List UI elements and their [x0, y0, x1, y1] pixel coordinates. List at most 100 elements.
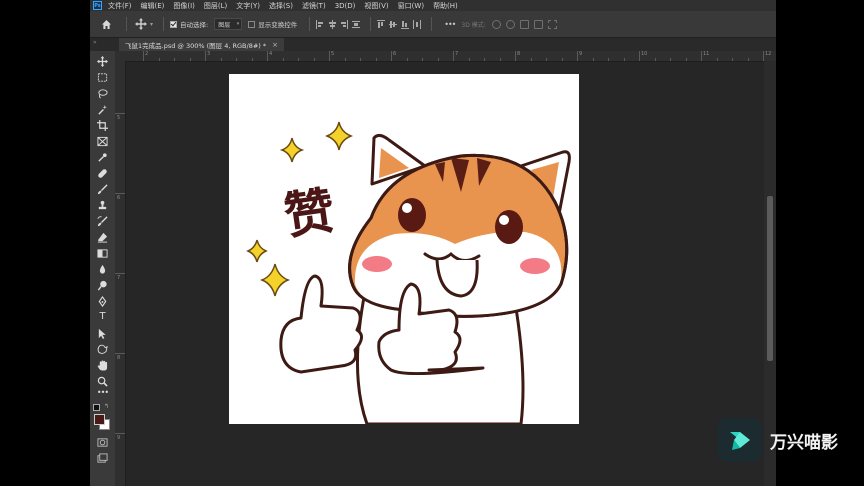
- type-tool[interactable]: T: [96, 311, 109, 323]
- auto-select-checkbox[interactable]: [170, 20, 178, 28]
- slide-3d-icon[interactable]: [533, 19, 543, 29]
- menu-layer[interactable]: 图层(L): [204, 1, 227, 11]
- ruler-tick: [701, 51, 702, 61]
- home-icon: [101, 19, 111, 29]
- blur-tool[interactable]: [96, 263, 109, 275]
- scale-3d-icon[interactable]: [547, 19, 557, 29]
- distribute-horizontal-icon[interactable]: [413, 19, 422, 29]
- quick-mask-button[interactable]: [96, 436, 109, 448]
- eraser-tool[interactable]: [96, 231, 109, 243]
- edit-toolbar-button[interactable]: •••: [96, 388, 109, 397]
- show-transform-checkbox[interactable]: [248, 20, 256, 28]
- diamond-logo-icon: [730, 432, 750, 450]
- eyedropper-tool[interactable]: [96, 151, 109, 163]
- align-top-edges-icon[interactable]: [377, 19, 386, 29]
- ruler-label: 8: [117, 355, 121, 361]
- ruler-tick: [763, 51, 764, 61]
- auto-select-dropdown[interactable]: 图层 ▾: [214, 18, 243, 30]
- distribute-vertical-icon[interactable]: [352, 20, 361, 29]
- close-tab-icon[interactable]: ×: [272, 41, 278, 49]
- align-left-edges-icon[interactable]: [316, 19, 324, 29]
- ruler-label: 6: [117, 195, 121, 201]
- horizontal-ruler: 2 3 4 5 6 7 8 9 10 11 12: [115, 51, 776, 62]
- foreground-color-swatch[interactable]: [94, 414, 105, 425]
- move-tool[interactable]: [96, 55, 109, 67]
- menu-view[interactable]: 视图(V): [364, 1, 388, 11]
- sparkle-star: [246, 239, 268, 263]
- custom-shape-tool[interactable]: [96, 343, 109, 355]
- document-canvas[interactable]: 赞: [229, 74, 579, 426]
- ruler-label: 5: [117, 115, 121, 121]
- document-tab[interactable]: 飞鼠1完成品.psd @ 300% (图层 4, RGB/8#) * ×: [119, 38, 285, 51]
- ruler-label: 10: [641, 51, 648, 57]
- healing-brush-tool[interactable]: [96, 167, 109, 179]
- crop-tool[interactable]: [96, 119, 109, 131]
- menu-select[interactable]: 选择(S): [269, 1, 293, 11]
- ruler-label: 7: [455, 51, 459, 57]
- menu-image[interactable]: 图像(I): [173, 1, 195, 11]
- quick-selection-tool[interactable]: [96, 103, 109, 115]
- zoom-icon: [97, 376, 108, 387]
- collapse-toolbar-icon[interactable]: »: [93, 39, 97, 46]
- auto-select-label: 自动选择:: [180, 21, 209, 29]
- dodge-tool[interactable]: [96, 279, 109, 291]
- more-options-button[interactable]: •••: [444, 20, 456, 29]
- align-right-edges-icon[interactable]: [340, 19, 349, 29]
- menu-3d[interactable]: 3D(D): [335, 2, 356, 10]
- ruler-tick: [639, 51, 640, 61]
- ruler-minor-tick: [375, 58, 377, 61]
- ruler-label: 9: [117, 435, 121, 441]
- ruler-minor-tick: [484, 58, 485, 61]
- ruler-label: 9: [579, 51, 583, 57]
- separator: [370, 17, 372, 31]
- ruler-minor-tick: [406, 58, 408, 61]
- quick-mask-icon: [97, 437, 108, 447]
- move-tool-preset[interactable]: [133, 16, 149, 32]
- ruler-minor-tick: [654, 58, 656, 61]
- marquee-tool[interactable]: [96, 71, 109, 83]
- menu-filter[interactable]: 滤镜(T): [302, 1, 326, 11]
- menu-window[interactable]: 窗口(W): [398, 1, 424, 11]
- align-vertical-centers-icon[interactable]: [389, 20, 398, 29]
- ruler-minor-tick: [732, 58, 733, 61]
- menu-edit[interactable]: 编辑(E): [141, 1, 165, 11]
- menu-file[interactable]: 文件(F): [108, 1, 132, 11]
- menu-help[interactable]: 帮助(H): [433, 1, 458, 11]
- history-brush-icon: [97, 215, 108, 226]
- screen-mode-button[interactable]: [96, 452, 109, 464]
- history-brush-tool[interactable]: [96, 215, 109, 227]
- align-horizontal-centers-icon[interactable]: [328, 19, 337, 29]
- chevron-down-icon[interactable]: ▾: [150, 21, 153, 28]
- hand-tool[interactable]: [96, 359, 109, 371]
- zoom-tool[interactable]: [96, 375, 109, 387]
- lasso-tool[interactable]: [96, 87, 109, 99]
- roll-3d-icon[interactable]: [505, 19, 515, 29]
- default-colors-icon[interactable]: [93, 404, 100, 411]
- menu-type[interactable]: 文字(Y): [236, 1, 260, 11]
- ruler-minor-tick: [623, 58, 625, 61]
- clone-stamp-tool[interactable]: [96, 199, 109, 211]
- move-icon: [135, 18, 147, 30]
- frame-tool[interactable]: [96, 135, 109, 147]
- ruler-minor-tick: [282, 58, 284, 61]
- frame-icon: [97, 136, 108, 146]
- swap-colors-icon[interactable]: ↰: [104, 403, 109, 410]
- lasso-icon: [98, 88, 108, 98]
- pen-tool[interactable]: [96, 295, 109, 307]
- eraser-icon: [97, 232, 108, 243]
- ruler-tick: [115, 433, 125, 434]
- gradient-tool[interactable]: [96, 247, 109, 259]
- magic-wand-icon: [98, 104, 108, 115]
- water-drop-icon: [99, 264, 106, 274]
- orbit-3d-icon[interactable]: [491, 19, 501, 29]
- brush-tool[interactable]: [96, 183, 109, 195]
- ruler-minor-tick: [344, 58, 346, 61]
- ruler-tick: [115, 193, 125, 194]
- home-button[interactable]: [98, 16, 114, 32]
- dodge-icon: [97, 280, 107, 290]
- path-selection-tool[interactable]: [96, 327, 109, 339]
- scrollbar-thumb[interactable]: [767, 196, 773, 361]
- separator: [126, 17, 127, 31]
- drag-3d-icon[interactable]: [519, 19, 529, 29]
- align-bottom-edges-icon[interactable]: [401, 20, 410, 29]
